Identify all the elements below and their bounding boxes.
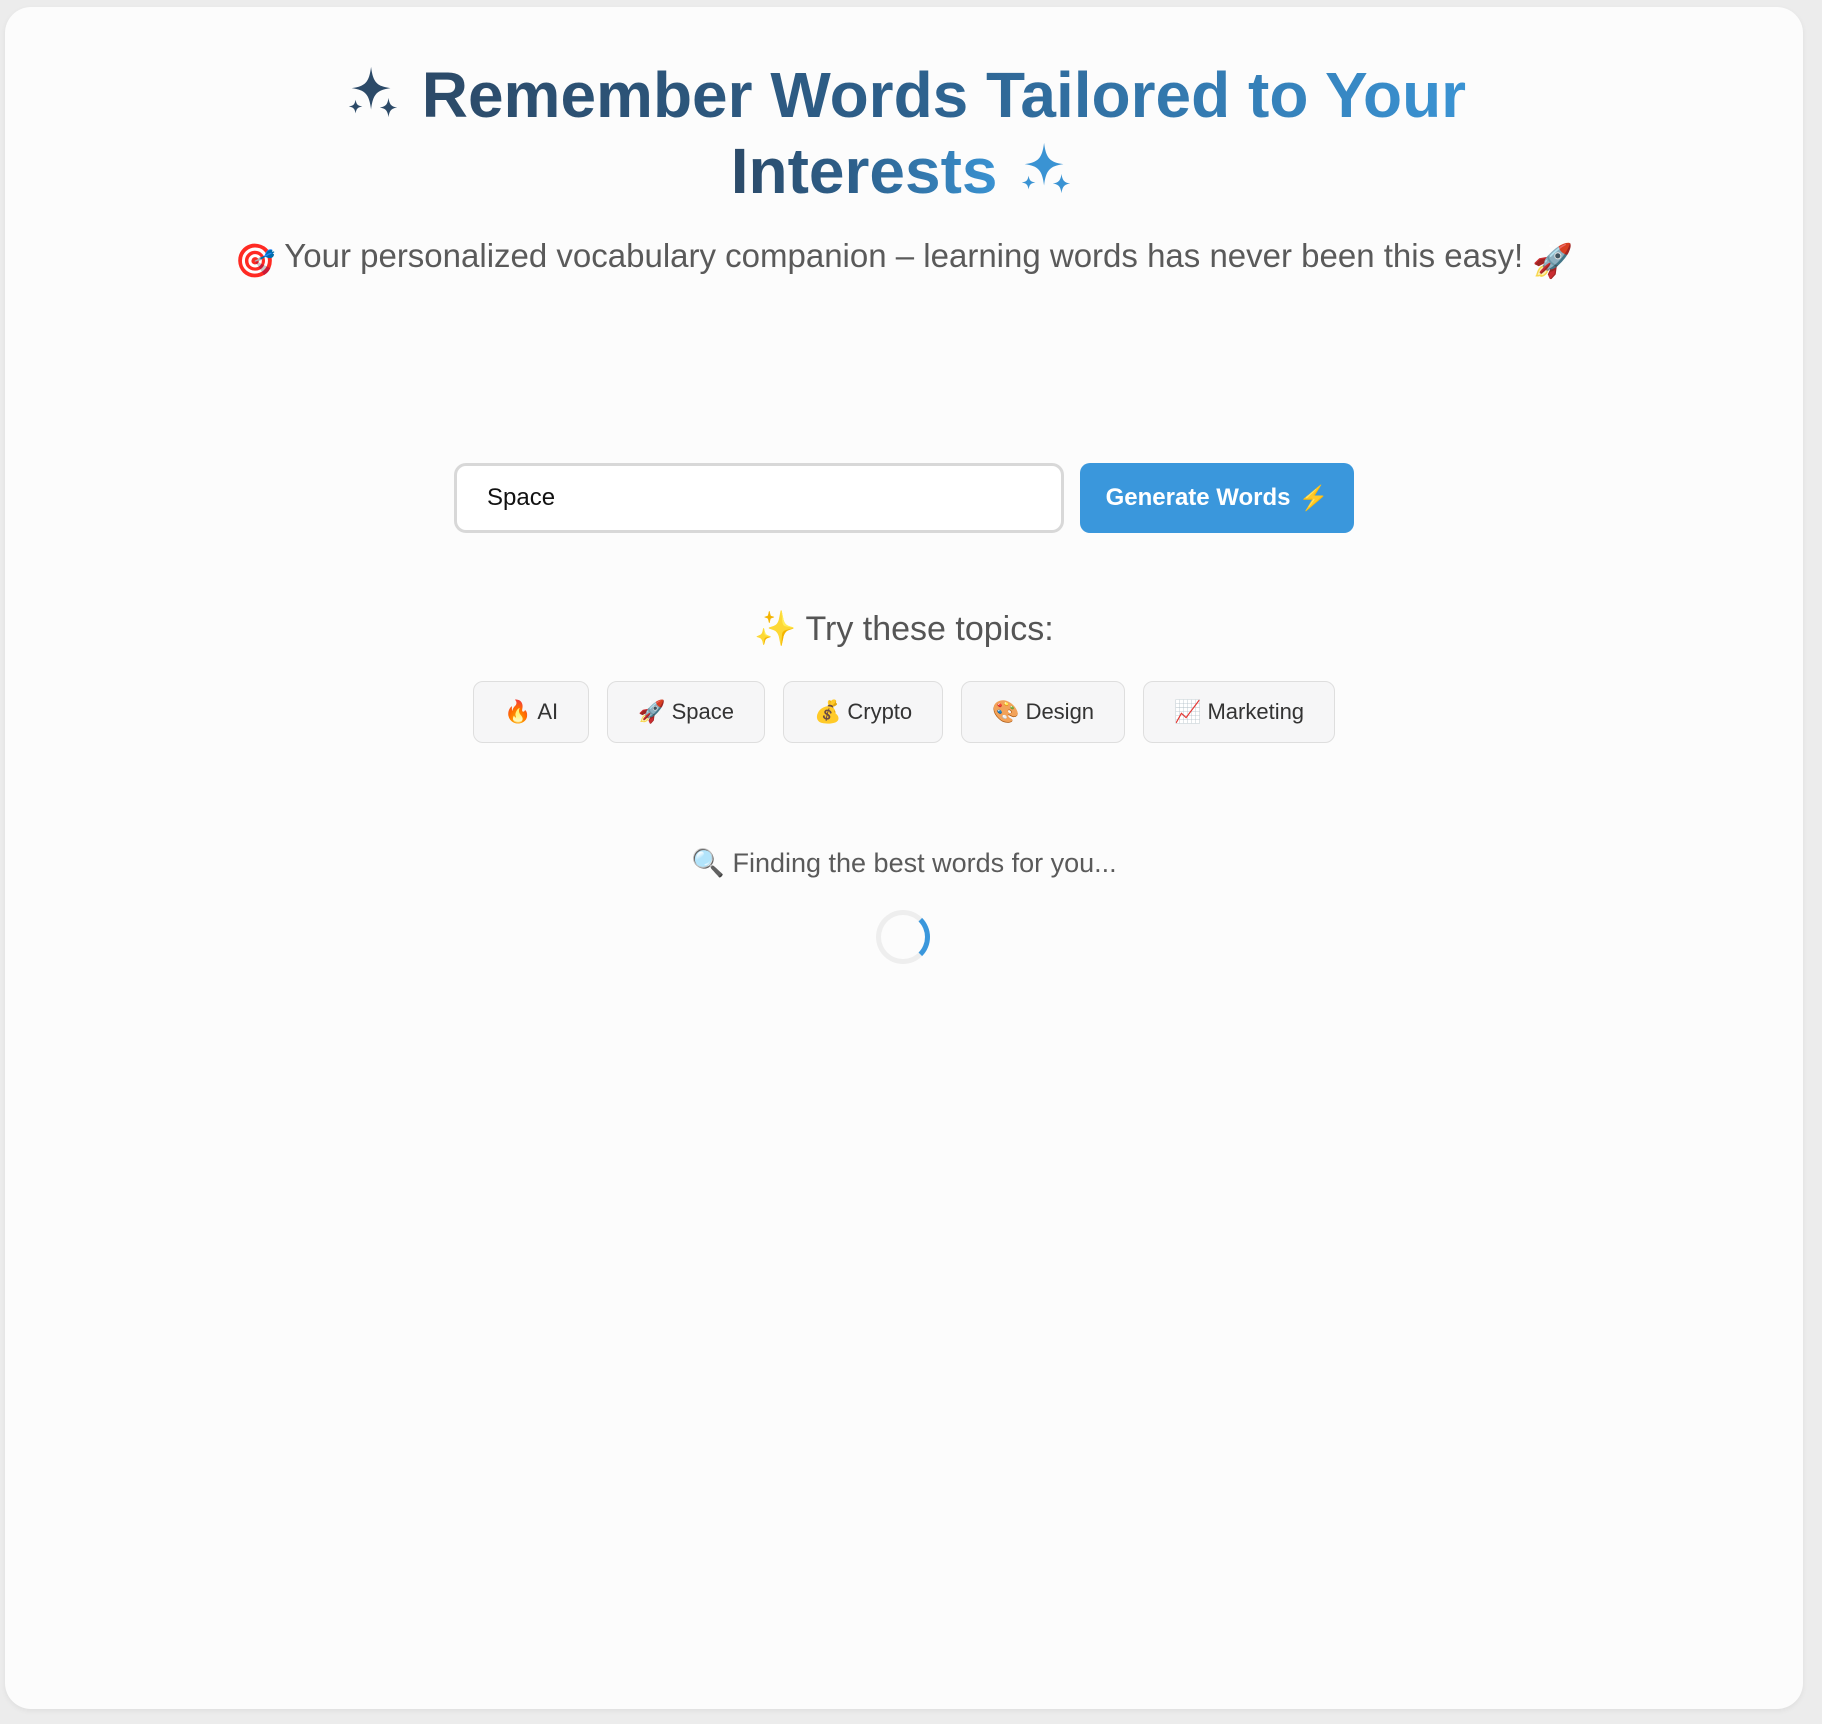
- chart-increasing-icon: 📈: [1174, 699, 1202, 724]
- title-line-2: Interests: [5, 133, 1803, 209]
- topic-chip-label: Marketing: [1207, 699, 1305, 724]
- palette-icon: 🎨: [992, 699, 1020, 724]
- sparkles-icon: [348, 66, 398, 118]
- topics-heading: ✨ Try these topics:: [5, 609, 1803, 649]
- subtitle-text: Your personalized vocabulary companion –…: [284, 237, 1524, 274]
- loading-status: 🔍 Finding the best words for you...: [5, 847, 1803, 879]
- sparkles-icon: [1022, 142, 1071, 194]
- main-card: Remember Words Tailored to Your Interest…: [5, 7, 1803, 1709]
- title-text-1: Remember Words Tailored to Your: [421, 59, 1467, 131]
- topic-input[interactable]: [454, 463, 1064, 533]
- fire-icon: 🔥: [503, 699, 532, 724]
- topic-chip-crypto[interactable]: 💰 Crypto: [782, 681, 944, 743]
- rocket-icon: 🚀: [1532, 242, 1574, 279]
- rocket-icon: 🚀: [638, 699, 666, 724]
- topic-chip-space[interactable]: 🚀 Space: [607, 681, 765, 743]
- title-line-1: Remember Words Tailored to Your: [5, 57, 1803, 133]
- topic-chip-list: 🔥 AI 🚀 Space 💰 Crypto 🎨 Design 📈 Marketi…: [5, 681, 1803, 743]
- lightning-icon: ⚡: [1298, 484, 1329, 512]
- loading-text: Finding the best words for you...: [732, 848, 1117, 878]
- loading-spinner: [876, 910, 930, 964]
- topic-chip-ai[interactable]: 🔥 AI: [472, 681, 590, 743]
- target-icon: 🎯: [234, 242, 276, 279]
- sparkles-icon: ✨: [754, 610, 797, 648]
- topic-chip-label: Design: [1025, 699, 1095, 724]
- page-title: Remember Words Tailored to Your Interest…: [5, 57, 1803, 209]
- generate-words-label: Generate Words: [1105, 484, 1291, 511]
- topic-search-form: Generate Words ⚡: [454, 463, 1354, 533]
- title-text-2: Interests: [730, 135, 998, 207]
- generate-words-button[interactable]: Generate Words ⚡: [1080, 463, 1354, 533]
- magnifier-icon: 🔍: [691, 848, 725, 878]
- page-subtitle: 🎯 Your personalized vocabulary companion…: [5, 237, 1803, 281]
- topic-chip-design[interactable]: 🎨 Design: [961, 681, 1126, 743]
- topic-chip-label: AI: [537, 699, 559, 724]
- topic-chip-marketing[interactable]: 📈 Marketing: [1143, 681, 1336, 743]
- money-bag-icon: 💰: [813, 699, 842, 724]
- topic-chip-label: Space: [671, 699, 734, 724]
- topics-heading-text: Try these topics:: [805, 610, 1054, 648]
- topic-chip-label: Crypto: [847, 699, 913, 724]
